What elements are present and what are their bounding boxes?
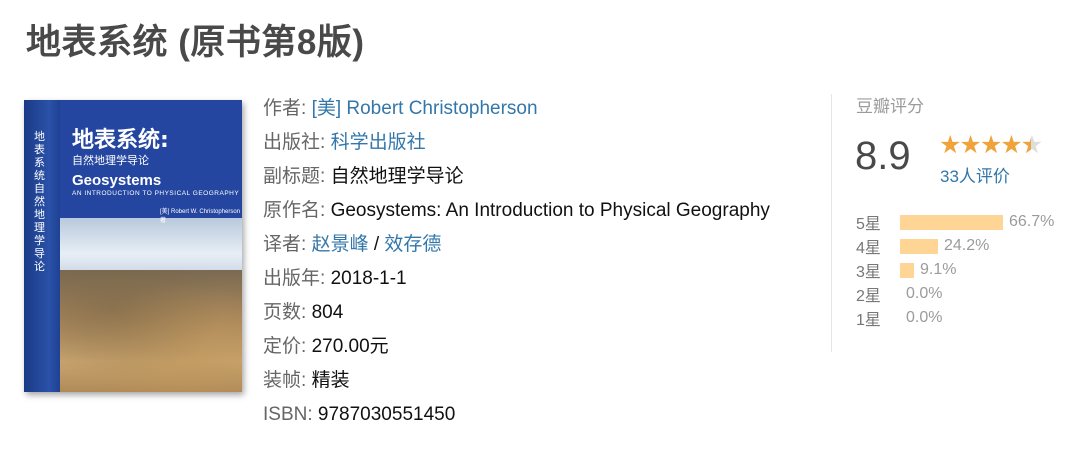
rating-bar-row: 4星 24.2% xyxy=(856,234,1066,258)
rating-bar-percent: 9.1% xyxy=(920,261,957,278)
rating-bar-label: 3星 xyxy=(856,264,881,281)
cover-front: 地表系统: 自然地理学导论 Geosystems AN INTRODUCTION… xyxy=(60,100,242,392)
rating-score: 8.9 xyxy=(855,134,911,178)
book-cover-image[interactable]: 地表系统自然地理学导论 地表系统: 自然地理学导论 Geosystems AN … xyxy=(24,100,242,392)
info-price-row: 定价: 270.00元 xyxy=(263,330,783,364)
subtitle-value: 自然地理学导论 xyxy=(330,166,464,187)
translator-link-1[interactable]: 赵景峰 xyxy=(312,234,369,255)
subtitle-label: 副标题: xyxy=(263,166,326,187)
page-title: 地表系统 (原书第8版) xyxy=(26,23,365,62)
rating-bar-row: 3星 9.1% xyxy=(856,258,1066,282)
votes-link[interactable]: 33人评价 xyxy=(940,162,1010,187)
rating-bar-percent: 0.0% xyxy=(906,285,943,302)
binding-value: 精装 xyxy=(311,370,350,391)
cover-landscape xyxy=(60,270,242,392)
rating-bar-fill xyxy=(900,262,914,278)
info-translator-row: 译者: 赵景峰 / 效存德 xyxy=(263,228,783,262)
rating-bar-label: 4星 xyxy=(856,240,881,257)
info-publisher-row: 出版社: 科学出版社 xyxy=(263,126,783,160)
translator-label: 译者: xyxy=(263,234,307,255)
translator-link-2[interactable]: 效存德 xyxy=(384,234,441,255)
rating-breakdown: 5星 66.7% 4星 24.2% 3星 9.1% 2星 0.0% 1星 0.0… xyxy=(856,210,1066,330)
star-icon: ★ xyxy=(1000,131,1022,159)
info-isbn-row: ISBN: 9787030551450 xyxy=(263,398,783,432)
book-info: 作者: [美] Robert Christopherson 出版社: 科学出版社… xyxy=(263,92,783,432)
rating-bar-label: 2星 xyxy=(856,288,881,305)
rating-bar-percent: 66.7% xyxy=(1009,213,1055,230)
rating-bar-label: 5星 xyxy=(856,216,881,233)
star-icon: ★ xyxy=(939,131,961,159)
cover-subtitle-en: AN INTRODUCTION TO PHYSICAL GEOGRAPHY xyxy=(72,190,240,197)
rating-bar-percent: 24.2% xyxy=(944,237,990,254)
rating-bar-percent: 0.0% xyxy=(906,309,943,326)
info-pages-row: 页数: 804 xyxy=(263,296,783,330)
publisher-label: 出版社: xyxy=(263,132,326,153)
pages-label: 页数: xyxy=(263,302,307,323)
star-icon: ★ xyxy=(959,131,981,159)
author-label: 作者: xyxy=(263,98,307,119)
cover-spine: 地表系统自然地理学导论 xyxy=(24,100,60,392)
info-original-row: 原作名: Geosystems: An Introduction to Phys… xyxy=(263,194,783,228)
pages-value: 804 xyxy=(311,302,344,323)
cover-sky xyxy=(60,218,242,278)
info-pubyear-row: 出版年: 2018-1-1 xyxy=(263,262,783,296)
rating-bar-fill xyxy=(900,214,1003,230)
cover-subtitle: 自然地理学导论 xyxy=(72,154,149,167)
info-author-row: 作者: [美] Robert Christopherson xyxy=(263,92,783,126)
spine-text: 地表系统自然地理学导论 xyxy=(34,130,45,273)
cover-author: [美] Robert W. Christopherson 著 xyxy=(160,209,241,224)
info-binding-row: 装帧: 精装 xyxy=(263,364,783,398)
pubyear-value: 2018-1-1 xyxy=(330,268,407,289)
price-label: 定价: xyxy=(263,336,307,357)
publisher-link[interactable]: 科学出版社 xyxy=(331,132,426,153)
rating-stars: ★★★★★ xyxy=(939,130,1043,160)
section-divider xyxy=(831,94,832,352)
pubyear-label: 出版年: xyxy=(263,268,326,289)
isbn-label: ISBN: xyxy=(263,404,313,425)
original-title-label: 原作名: xyxy=(263,200,326,221)
star-icon: ★ xyxy=(979,131,1002,159)
cover-title: 地表系统: xyxy=(72,128,169,153)
isbn-value: 9787030551450 xyxy=(317,404,456,425)
cover-title-en: Geosystems xyxy=(72,172,162,189)
rating-bar-row: 1星 0.0% xyxy=(856,306,1066,330)
original-title-value: Geosystems: An Introduction to Physical … xyxy=(330,200,770,221)
binding-label: 装帧: xyxy=(263,370,307,391)
rating-bar-row: 2星 0.0% xyxy=(856,282,1066,306)
rating-bar-fill xyxy=(900,238,938,254)
rating-bar-row: 5星 66.7% xyxy=(856,210,1066,234)
half-star-icon: ★ xyxy=(1021,130,1043,160)
rating-title: 豆瓣评分 xyxy=(856,97,924,116)
author-link[interactable]: [美] Robert Christopherson xyxy=(312,98,538,119)
rating-bar-label: 1星 xyxy=(856,312,881,329)
info-subtitle-row: 副标题: 自然地理学导论 xyxy=(263,160,783,194)
translator-separator: / xyxy=(368,234,385,255)
price-value: 270.00元 xyxy=(311,336,389,357)
